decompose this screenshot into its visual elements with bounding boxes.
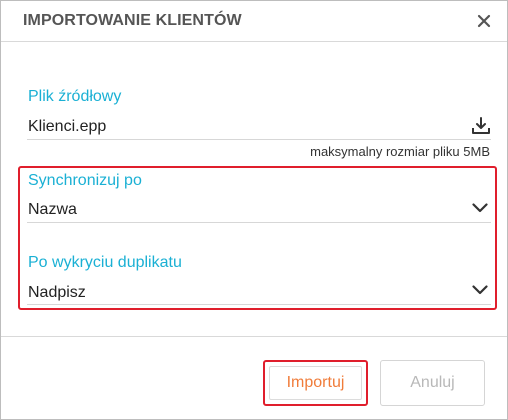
sync-by-select[interactable]: Nazwa xyxy=(27,194,491,224)
source-file-value[interactable]: Klienci.epp xyxy=(28,118,106,136)
sync-by-underline xyxy=(27,222,491,223)
cancel-button[interactable]: Anuluj xyxy=(380,360,485,406)
import-clients-dialog: IMPORTOWANIE KLIENTÓW Plik źródłowy Klie… xyxy=(0,0,508,420)
source-file-label: Plik źródłowy xyxy=(28,88,122,105)
chevron-down-icon xyxy=(472,285,488,295)
import-button-label: Importuj xyxy=(286,374,345,391)
on-duplicate-label: Po wykryciu duplikatu xyxy=(28,254,182,271)
sync-by-value: Nazwa xyxy=(28,201,77,218)
cancel-button-label: Anuluj xyxy=(410,374,455,391)
on-duplicate-underline xyxy=(27,304,491,305)
max-size-hint: maksymalny rozmiar pliku 5MB xyxy=(310,144,490,159)
chevron-down-icon xyxy=(472,203,488,213)
upload-icon[interactable] xyxy=(471,117,491,135)
dialog-title: IMPORTOWANIE KLIENTÓW xyxy=(23,12,242,29)
import-button[interactable]: Importuj xyxy=(263,360,368,406)
sync-by-label: Synchronizuj po xyxy=(28,172,142,189)
close-button[interactable] xyxy=(471,8,497,34)
source-file-underline xyxy=(27,139,491,140)
close-icon xyxy=(477,14,491,28)
footer-divider xyxy=(1,336,507,337)
on-duplicate-select[interactable]: Nadpisz xyxy=(27,276,491,306)
dialog-header: IMPORTOWANIE KLIENTÓW xyxy=(1,1,507,42)
on-duplicate-value: Nadpisz xyxy=(28,284,86,301)
